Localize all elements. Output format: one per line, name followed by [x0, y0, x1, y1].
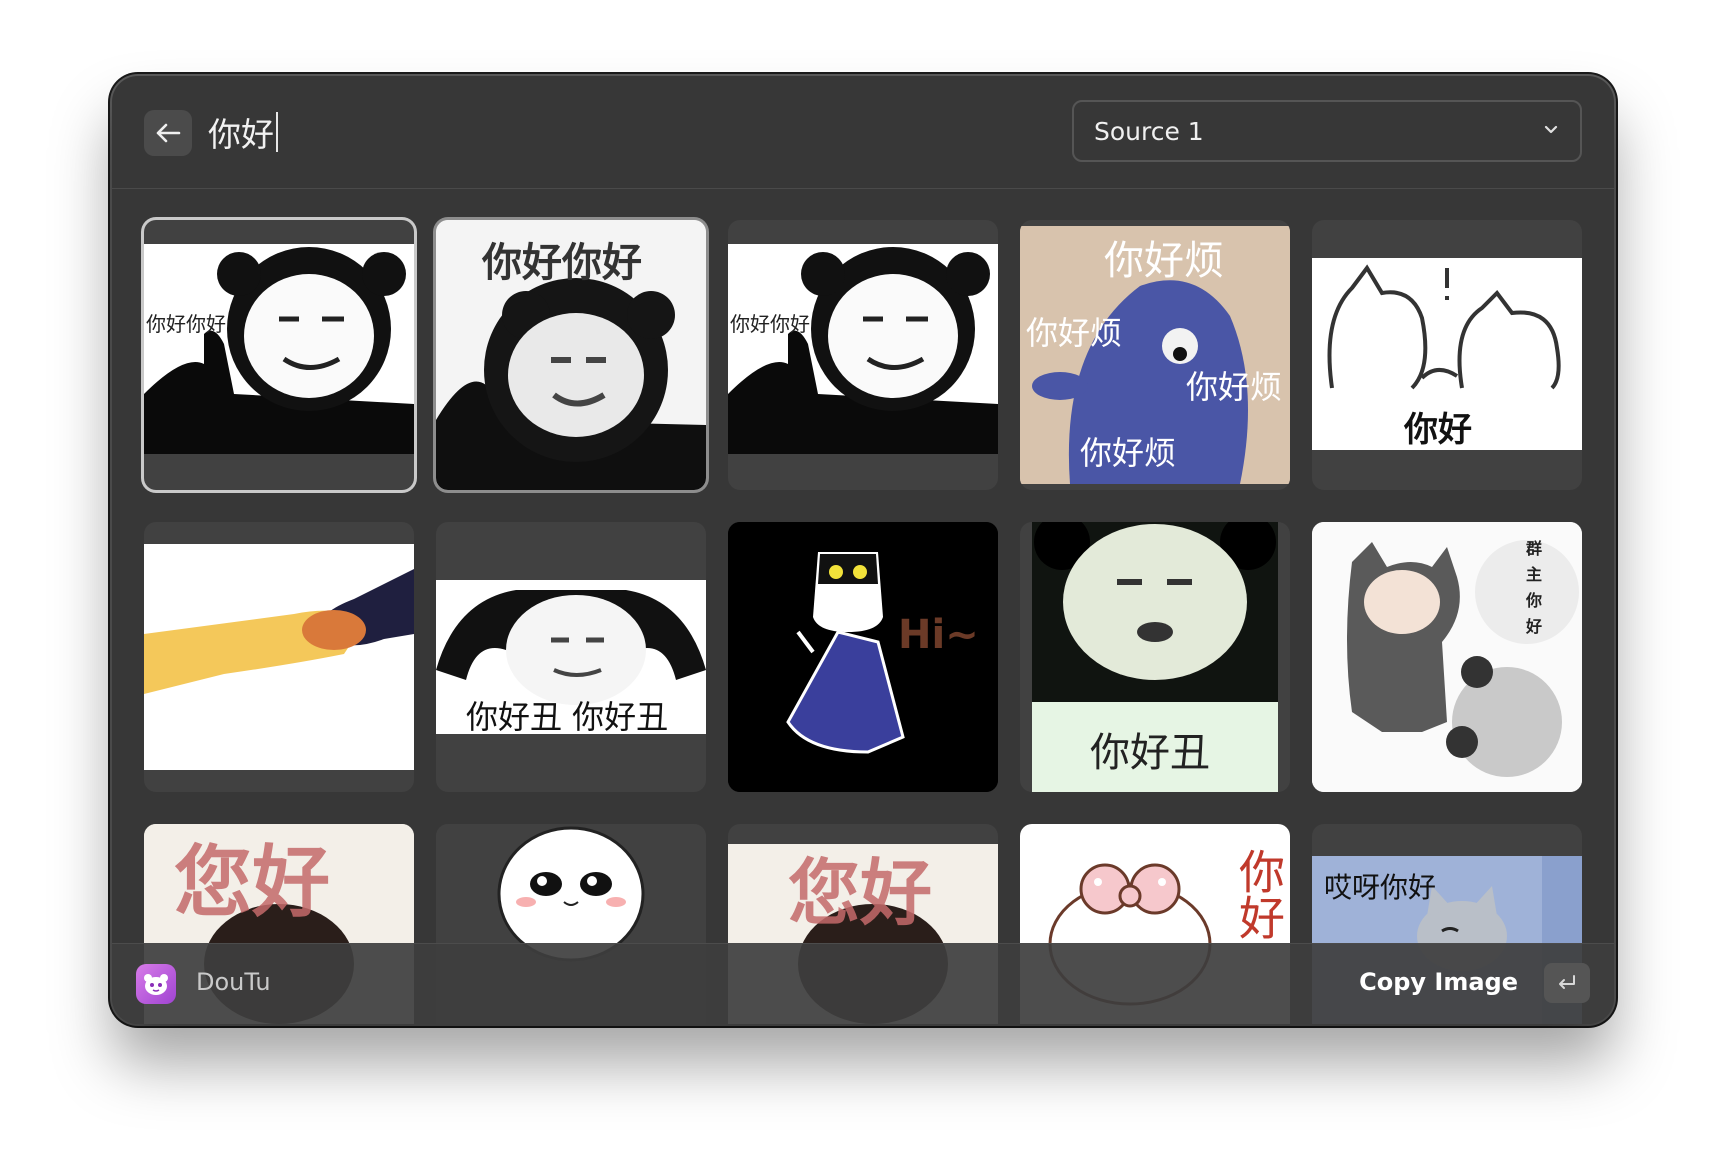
result-item[interactable]: Hi~: [728, 522, 998, 792]
arrow-left-icon: [156, 123, 181, 143]
result-image: 你好: [1312, 258, 1582, 450]
result-image: 你好丑: [1032, 522, 1278, 792]
result-caption: Hi~: [898, 612, 979, 658]
source-dropdown-value: Source 1: [1094, 116, 1204, 146]
result-item[interactable]: [144, 522, 414, 792]
result-item[interactable]: 群主你好: [1312, 522, 1582, 792]
result-image: 你好烦 你好烦 你好烦 你好烦: [1020, 226, 1290, 484]
result-image: Hi~: [728, 522, 998, 792]
enter-key-hint[interactable]: [1544, 963, 1590, 1003]
result-caption: 您好: [174, 838, 331, 928]
action-bar: DouTu Copy Image: [112, 943, 1614, 1024]
copy-image-action[interactable]: Copy Image: [1359, 968, 1518, 996]
result-caption: 你好你好: [730, 312, 810, 336]
app-name: DouTu: [196, 968, 271, 996]
result-image: 你好你好: [728, 244, 998, 454]
result-caption: 你好: [1232, 848, 1286, 940]
result-caption: 你好丑 你好丑: [466, 698, 669, 734]
result-image: 你好你好: [436, 220, 706, 490]
result-caption-top: 你好烦: [1104, 238, 1224, 284]
chevron-down-icon: [1544, 125, 1558, 134]
result-item[interactable]: 你好: [1312, 220, 1582, 490]
return-key-icon: [1559, 975, 1575, 989]
results-grid: 你好你好 你好你好 你好你好 你好烦 你好烦 你好烦 你好烦 你好 你好丑 你好…: [144, 220, 1584, 1024]
doutu-app-icon: [136, 964, 176, 1004]
result-caption: 哎呀你好: [1324, 871, 1437, 904]
result-item[interactable]: 你好你好: [436, 220, 706, 490]
result-caption-right: 你好烦: [1186, 368, 1283, 406]
result-caption: 您好: [788, 851, 933, 935]
result-image: 你好你好: [144, 244, 414, 454]
search-query: 你好: [208, 115, 274, 154]
result-caption-bottom: 你好烦: [1080, 434, 1177, 472]
result-item[interactable]: 你好你好: [728, 220, 998, 490]
result-item[interactable]: 你好你好: [144, 220, 414, 490]
result-item[interactable]: 你好丑: [1020, 522, 1290, 792]
result-image: [144, 544, 414, 770]
search-input[interactable]: 你好: [208, 104, 278, 160]
result-caption: 你好你好: [482, 240, 642, 286]
result-image: 你好丑 你好丑: [436, 580, 706, 734]
back-button[interactable]: [144, 110, 192, 156]
result-caption: 你好丑: [1090, 730, 1210, 776]
result-caption: 群主你好: [1523, 540, 1542, 644]
result-image: 群主你好: [1312, 522, 1582, 792]
result-item[interactable]: 你好丑 你好丑: [436, 522, 706, 792]
result-item[interactable]: 你好烦 你好烦 你好烦 你好烦: [1020, 220, 1290, 490]
source-dropdown[interactable]: Source 1: [1072, 100, 1582, 162]
result-caption: 你好你好: [146, 312, 226, 336]
doutu-window: 你好 Source 1 你好你好 你好你好 你好你好 你好烦 你好烦 你好烦 你…: [112, 76, 1614, 1024]
search-header: 你好 Source 1: [112, 76, 1614, 189]
result-caption: 你好: [1404, 410, 1472, 450]
text-caret: [276, 112, 278, 152]
result-caption-left: 你好烦: [1026, 314, 1123, 352]
